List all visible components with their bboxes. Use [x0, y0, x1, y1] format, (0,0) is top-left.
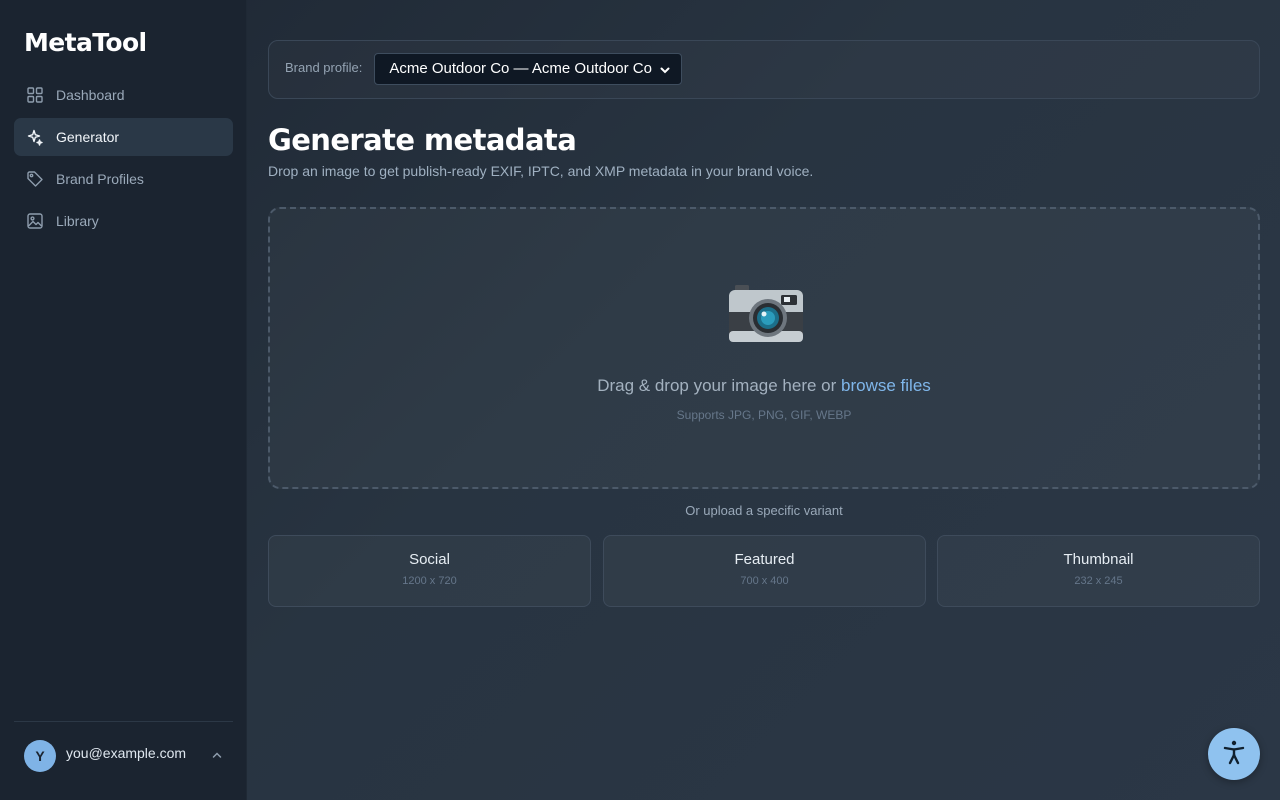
variant-options: Social 1200 x 720 Featured 700 x 400 Thu… [268, 535, 1260, 607]
chevron-down-icon [659, 63, 671, 75]
sidebar-nav: Dashboard Generator Brand Profiles Libra… [14, 76, 233, 244]
camera-icon [727, 281, 805, 347]
chevron-up-icon [210, 748, 224, 762]
accessibility-button[interactable] [1208, 728, 1260, 780]
user-email: you@example.com [66, 745, 187, 761]
image-dropzone[interactable]: Drag & drop your image here or browse fi… [268, 207, 1260, 489]
variant-name: Thumbnail [1063, 551, 1134, 568]
avatar: Y [24, 740, 56, 772]
variant-size: 1200 x 720 [402, 575, 457, 587]
sidebar-item-dashboard[interactable]: Dashboard [14, 76, 233, 114]
app-logo[interactable]: MetaTool [24, 28, 147, 57]
browse-files-link[interactable]: browse files [841, 376, 931, 395]
sidebar-item-brand-profiles[interactable]: Brand Profiles [14, 160, 233, 198]
variant-section-label: Or upload a specific variant [685, 503, 843, 518]
variant-name: Social [409, 551, 450, 568]
variant-social-button[interactable]: Social 1200 x 720 [268, 535, 591, 607]
dropzone-hint: Supports JPG, PNG, GIF, WEBP [676, 408, 852, 422]
brand-profile-label: Brand profile: [285, 60, 363, 75]
sidebar-divider [14, 721, 233, 722]
sidebar-item-label: Library [56, 213, 99, 229]
brand-profile-select[interactable]: Acme Outdoor Co — Acme Outdoor Co [374, 52, 683, 85]
sidebar-item-label: Dashboard [56, 87, 125, 103]
sidebar-item-label: Generator [56, 129, 120, 145]
sidebar-item-library[interactable]: Library [14, 202, 233, 240]
sparkle-icon [26, 128, 44, 146]
variant-name: Featured [734, 551, 795, 568]
sidebar: MetaTool Dashboard Generator Brand Profi… [0, 0, 247, 800]
dropzone-text: Drag & drop your image here or browse fi… [270, 376, 1258, 396]
page-title: Generate metadata [268, 123, 577, 157]
brand-profile-selected: Acme Outdoor Co — Acme Outdoor Co [389, 60, 652, 77]
dropzone-prompt: Drag & drop your image here or [597, 376, 842, 395]
sidebar-item-label: Brand Profiles [56, 171, 144, 187]
grid-icon [26, 86, 44, 104]
brand-profile-bar: Brand profile: Acme Outdoor Co — Acme Ou… [268, 40, 1260, 99]
variant-featured-button[interactable]: Featured 700 x 400 [603, 535, 926, 607]
image-icon [26, 212, 44, 230]
variant-size: 232 x 245 [1074, 575, 1123, 587]
accessibility-icon [1220, 738, 1248, 771]
sidebar-item-generator[interactable]: Generator [14, 118, 233, 156]
variant-thumbnail-button[interactable]: Thumbnail 232 x 245 [937, 535, 1260, 607]
tag-icon [26, 170, 44, 188]
user-menu[interactable]: Y you@example.com [24, 740, 224, 772]
page-subtitle: Drop an image to get publish-ready EXIF,… [268, 163, 814, 179]
variant-size: 700 x 400 [740, 575, 789, 587]
